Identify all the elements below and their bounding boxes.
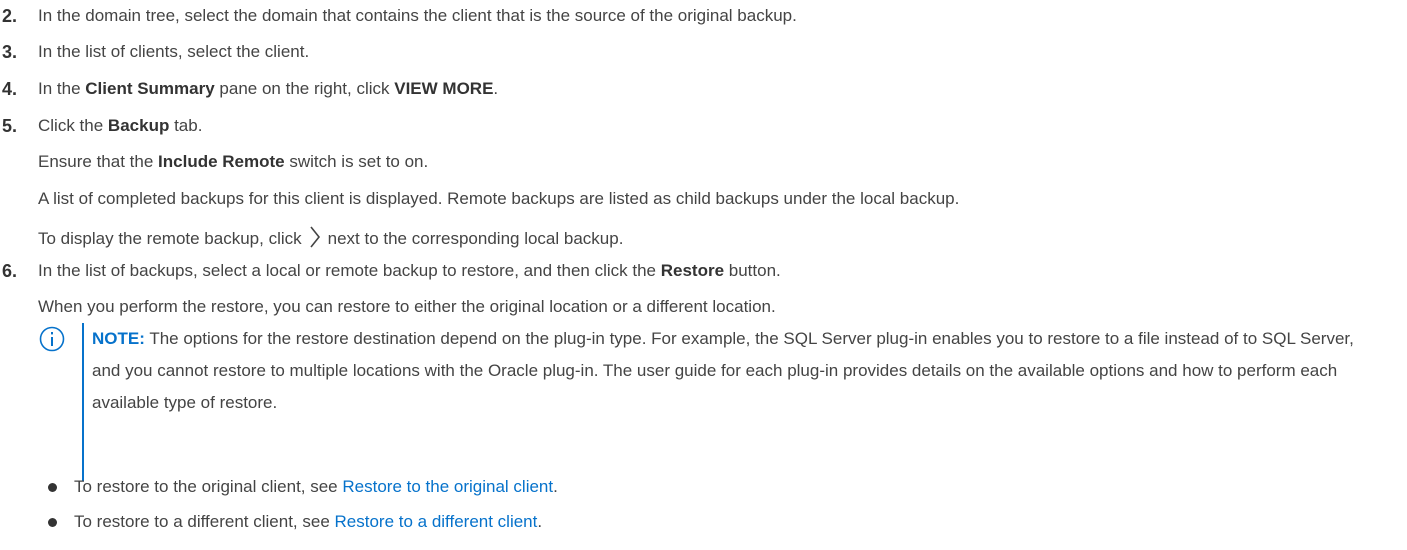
list-item: To restore to a different client, see Re… [44, 504, 558, 539]
list-item-end: . [537, 512, 543, 531]
step-text-post: tab. [169, 116, 203, 135]
step-5-sub-1: Ensure that the Include Remote switch is… [38, 152, 428, 172]
note-box: NOTE: The options for the restore destin… [38, 323, 1378, 481]
note-accent-bar [82, 323, 84, 481]
note-label: NOTE: [92, 329, 145, 348]
step-number: 4. [2, 79, 18, 99]
ui-term-backup: Backup [107, 116, 170, 135]
chevron-right-icon [308, 224, 322, 255]
step-text: In the list of clients, select the clien… [38, 42, 310, 61]
step-text-mid: pane on the right, click [214, 79, 395, 98]
step-text-pre: Click the [38, 116, 108, 135]
step-number: 6. [2, 261, 18, 281]
ui-term-restore: Restore [660, 261, 725, 280]
step-text-pre: In the list of backups, select a local o… [38, 261, 661, 280]
step-5-sub-3: To display the remote backup, click next … [38, 224, 623, 255]
list-item-text: To restore to the original client, see [74, 477, 343, 496]
step-number: 2. [2, 6, 18, 26]
ui-term-view-more: VIEW MORE [394, 79, 494, 98]
step-6-sub-1: When you perform the restore, you can re… [38, 297, 776, 316]
step-text: Click the Backup tab. [38, 116, 202, 136]
list-item-text: To restore to a different client, see [74, 512, 335, 531]
list-item-end: . [553, 477, 558, 496]
list-item: To restore to the original client, see R… [44, 469, 558, 504]
step-5-sub-2: A list of completed backups for this cli… [38, 189, 960, 208]
sub-text-pre: Ensure that the [38, 152, 159, 171]
restore-different-client-link[interactable]: Restore to a different client [335, 512, 538, 531]
sub-text-pre: To display the remote backup, click [38, 228, 302, 248]
step-number: 5. [2, 116, 18, 136]
note-text: NOTE: The options for the restore destin… [92, 323, 1382, 419]
restore-options-list: To restore to the original client, see R… [44, 469, 558, 539]
step-number: 3. [2, 42, 18, 62]
step-text: In the list of backups, select a local o… [38, 261, 781, 281]
step-text-pre: In the [38, 79, 86, 98]
step-text-post: . [493, 79, 499, 98]
sub-text-post: switch is set to on. [284, 152, 429, 171]
ui-term-client-summary: Client Summary [85, 79, 215, 98]
restore-original-client-link[interactable]: Restore to the original client [342, 477, 553, 496]
step-text: In the domain tree, select the domain th… [38, 6, 797, 25]
sub-text-post: next to the corresponding local backup. [327, 228, 624, 248]
info-icon [38, 325, 66, 353]
ui-term-include-remote: Include Remote [158, 152, 285, 171]
step-text-post: button. [724, 261, 781, 280]
note-body: The options for the restore destination … [92, 329, 1354, 412]
step-text: In the Client Summary pane on the right,… [38, 79, 498, 99]
